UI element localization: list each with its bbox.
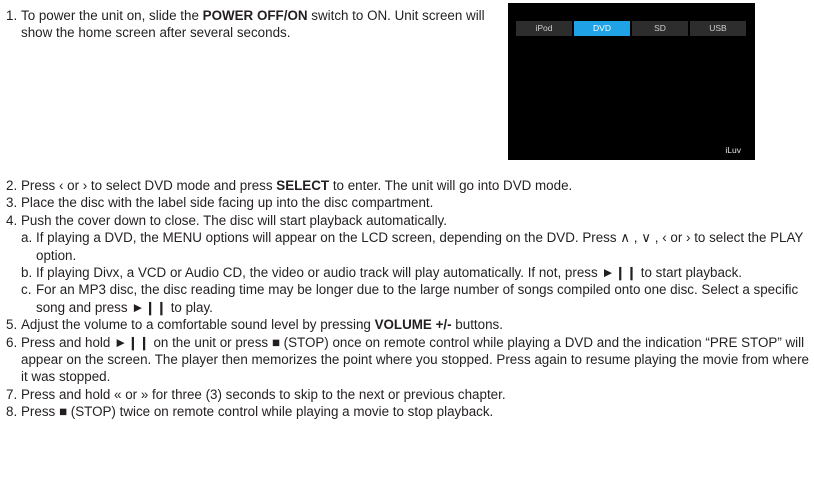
list-item: a. If playing a DVD, the MENU options wil… xyxy=(6,229,811,264)
item-text: Press and hold ►❙❙ on the unit or press … xyxy=(21,334,810,385)
item-number: 6. xyxy=(6,334,18,350)
item-text: Place the disc with the label side facin… xyxy=(21,195,434,211)
item-number: 5. xyxy=(6,317,18,333)
brand-label: iLuv xyxy=(725,145,741,155)
mode-tabs: iPod DVD SD USB xyxy=(516,21,748,36)
list-item: 5. Adjust the volume to a comfortable sou… xyxy=(6,316,811,333)
list-item: c. For an MP3 disc, the disc reading time… xyxy=(6,281,811,316)
item-text: Adjust the volume to a comfortable sound… xyxy=(21,317,375,333)
tab-ipod: iPod xyxy=(516,21,572,36)
item-text: Press ‹ or › to select DVD mode and pres… xyxy=(21,178,277,193)
item-number: 7. xyxy=(6,386,18,402)
item-bold: VOLUME +/- xyxy=(374,317,452,333)
step-number: 1. xyxy=(6,8,18,23)
tab-dvd: DVD xyxy=(574,21,630,36)
item-text: If playing a DVD, the MENU options will … xyxy=(36,230,804,263)
item-number: 8. xyxy=(6,404,18,420)
list-item: 4. Push the cover down to close. The disc… xyxy=(6,212,811,229)
list-item: 3. Place the disc with the label side fac… xyxy=(6,194,811,211)
item-number: 3. xyxy=(6,195,18,211)
instruction-list: 2. Press ‹ or › to select DVD mode and pr… xyxy=(6,177,811,421)
item-number: 2. xyxy=(6,178,18,193)
item-text: For an MP3 disc, the disc reading time m… xyxy=(36,282,799,315)
item-text-end: buttons. xyxy=(451,317,503,333)
item-text: Press ■ (STOP) twice on remote control w… xyxy=(21,404,494,420)
item-number: 4. xyxy=(6,212,18,228)
home-screen-image: iPod DVD SD USB iLuv xyxy=(508,3,755,160)
item-text-end: to enter. The unit will go into DVD mode… xyxy=(329,178,573,193)
item-text: If playing Divx, a VCD or Audio CD, the … xyxy=(36,265,743,281)
tab-sd: SD xyxy=(632,21,688,36)
step-text-a: To power the unit on, slide the xyxy=(21,8,203,23)
tab-usb: USB xyxy=(690,21,746,36)
power-switch-label: POWER OFF/ON xyxy=(202,8,308,23)
item-text: Push the cover down to close. The disc w… xyxy=(21,212,447,228)
item-bold: SELECT xyxy=(276,178,330,193)
step-text: To power the unit on, slide the POWER OF… xyxy=(21,7,486,42)
item-letter: c. xyxy=(21,282,32,298)
step-1: 1. To power the unit on, slide the POWER… xyxy=(6,7,486,42)
list-item: 6. Press and hold ►❙❙ on the unit or pres… xyxy=(6,334,811,386)
list-item: 8. Press ■ (STOP) twice on remote control… xyxy=(6,403,811,420)
item-text: Press and hold « or » for three (3) seco… xyxy=(21,386,506,402)
list-item: b. If playing Divx, a VCD or Audio CD, th… xyxy=(6,264,811,281)
item-letter: b. xyxy=(21,265,33,281)
list-item: 2. Press ‹ or › to select DVD mode and pr… xyxy=(6,177,811,194)
item-letter: a. xyxy=(21,230,33,246)
list-item: 7. Press and hold « or » for three (3) se… xyxy=(6,386,811,403)
